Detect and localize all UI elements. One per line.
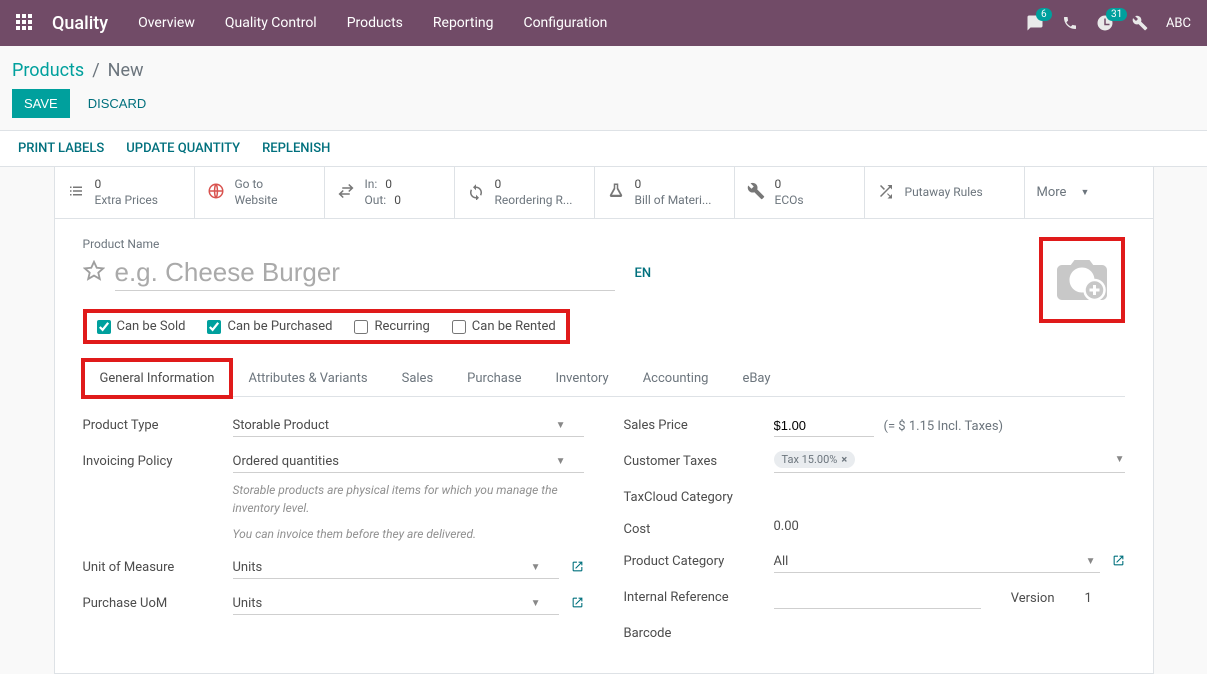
can-be-rented-checkbox[interactable]: Can be Rented <box>452 319 556 334</box>
stat-inout[interactable]: In:0 Out:0 <box>325 167 455 218</box>
tab-general-information[interactable]: General Information <box>83 360 232 397</box>
chevron-down-icon: ▼ <box>531 562 541 573</box>
external-link-icon[interactable] <box>571 596 584 613</box>
stat-reordering[interactable]: 0Reordering R... <box>455 167 595 218</box>
tabs: General Information Attributes & Variant… <box>83 360 1125 397</box>
print-labels-button[interactable]: PRINT LABELS <box>18 141 104 156</box>
chevron-down-icon: ▼ <box>531 598 541 609</box>
globe-icon <box>207 182 225 204</box>
can-be-purchased-checkbox[interactable]: Can be Purchased <box>207 319 332 334</box>
recurring-checkbox[interactable]: Recurring <box>354 319 429 334</box>
apps-icon[interactable] <box>16 14 34 32</box>
external-link-icon[interactable] <box>1112 554 1125 571</box>
chevron-down-icon[interactable]: ▼ <box>1115 454 1125 465</box>
close-icon[interactable]: × <box>841 453 847 466</box>
chevron-down-icon: ▼ <box>556 420 566 431</box>
tab-sales[interactable]: Sales <box>385 360 451 396</box>
tab-attributes-variants[interactable]: Attributes & Variants <box>231 360 384 396</box>
menu-products[interactable]: Products <box>347 15 403 31</box>
stat-putaway[interactable]: Putaway Rules <box>865 167 1025 218</box>
can-be-sold-checkbox[interactable]: Can be Sold <box>97 319 186 334</box>
purchase-uom-select[interactable]: Units▼ <box>233 593 559 615</box>
breadcrumb-current: New <box>108 60 144 81</box>
invoicing-policy-select[interactable]: Ordered quantities▼ <box>233 451 584 473</box>
save-button[interactable]: SAVE <box>12 89 70 118</box>
sales-price-input[interactable] <box>774 415 874 437</box>
menu-quality-control[interactable]: Quality Control <box>225 15 317 31</box>
incl-taxes-text: (= $ 1.15 Incl. Taxes) <box>884 419 1004 434</box>
breadcrumb: Products / New <box>0 46 1207 89</box>
chat-badge: 6 <box>1036 8 1052 21</box>
tab-inventory[interactable]: Inventory <box>538 360 625 396</box>
product-flags: Can be Sold Can be Purchased Recurring C… <box>83 309 570 344</box>
wrench-icon <box>747 182 765 204</box>
language-button[interactable]: EN <box>635 266 652 281</box>
product-type-label: Product Type <box>83 415 233 433</box>
chevron-down-icon[interactable]: ▼ <box>1082 556 1100 567</box>
cost-label: Cost <box>624 519 774 537</box>
uom-select[interactable]: Units▼ <box>233 557 559 579</box>
stat-bom[interactable]: 0Bill of Materi... <box>595 167 735 218</box>
tab-ebay[interactable]: eBay <box>725 360 787 396</box>
menu-overview[interactable]: Overview <box>138 15 195 31</box>
tax-tag[interactable]: Tax 15.00%× <box>774 451 856 468</box>
external-link-icon[interactable] <box>571 560 584 577</box>
phone-icon[interactable] <box>1062 15 1078 31</box>
helper-text: You can invoice them before they are del… <box>233 525 584 543</box>
stat-website[interactable]: Go toWebsite <box>195 167 325 218</box>
uom-label: Unit of Measure <box>83 557 233 575</box>
update-quantity-button[interactable]: UPDATE QUANTITY <box>126 141 240 156</box>
product-image-upload[interactable] <box>1039 237 1125 323</box>
internal-reference-input[interactable] <box>774 587 981 609</box>
sales-price-label: Sales Price <box>624 415 774 433</box>
cost-value: 0.00 <box>774 519 799 534</box>
discard-button[interactable]: DISCARD <box>88 96 147 111</box>
shuffle-icon <box>877 182 895 204</box>
top-nav: Quality Overview Quality Control Product… <box>0 0 1207 46</box>
camera-icon <box>1052 255 1112 305</box>
action-bar: SAVE DISCARD <box>0 89 1207 130</box>
tab-purchase[interactable]: Purchase <box>450 360 538 396</box>
list-icon <box>67 182 85 204</box>
refresh-icon <box>467 182 485 204</box>
internal-reference-label: Internal Reference <box>624 587 774 605</box>
debug-icon[interactable] <box>1132 15 1148 31</box>
stat-more[interactable]: More ▼ <box>1025 167 1102 218</box>
breadcrumb-parent[interactable]: Products <box>12 60 84 81</box>
purchase-uom-label: Purchase UoM <box>83 593 233 611</box>
swap-icon <box>337 182 355 204</box>
stat-ecos[interactable]: 0ECOs <box>735 167 865 218</box>
chevron-down-icon: ▼ <box>556 456 566 467</box>
favorite-star-icon[interactable] <box>83 260 105 286</box>
invoicing-policy-label: Invoicing Policy <box>83 451 233 469</box>
version-value: 1 <box>1085 591 1125 606</box>
customer-taxes-label: Customer Taxes <box>624 451 774 469</box>
main-menu: Overview Quality Control Products Report… <box>138 15 607 31</box>
product-category-select[interactable]: All <box>774 551 1082 572</box>
clock-badge: 31 <box>1106 8 1127 21</box>
barcode-label: Barcode <box>624 623 774 641</box>
product-name-label: Product Name <box>83 237 1125 251</box>
user-menu[interactable]: ABC <box>1166 16 1191 31</box>
replenish-button[interactable]: REPLENISH <box>262 141 330 156</box>
product-name-input[interactable] <box>115 255 615 291</box>
taxcloud-label: TaxCloud Category <box>624 487 774 505</box>
sub-action-bar: PRINT LABELS UPDATE QUANTITY REPLENISH <box>0 130 1207 167</box>
form-sheet: 0Extra Prices Go toWebsite In:0 Out:0 0R… <box>54 167 1154 674</box>
stat-extra-prices[interactable]: 0Extra Prices <box>55 167 195 218</box>
menu-configuration[interactable]: Configuration <box>523 15 607 31</box>
chat-icon[interactable]: 6 <box>1026 14 1044 32</box>
clock-icon[interactable]: 31 <box>1096 14 1114 32</box>
tab-accounting[interactable]: Accounting <box>626 360 726 396</box>
version-label: Version <box>1011 591 1055 606</box>
product-category-label: Product Category <box>624 551 774 569</box>
flask-icon <box>607 182 625 204</box>
stat-bar: 0Extra Prices Go toWebsite In:0 Out:0 0R… <box>55 167 1153 219</box>
menu-reporting[interactable]: Reporting <box>433 15 494 31</box>
chevron-down-icon: ▼ <box>1080 187 1089 198</box>
brand[interactable]: Quality <box>52 13 108 34</box>
helper-text: Storable products are physical items for… <box>233 481 584 517</box>
product-type-select[interactable]: Storable Product▼ <box>233 415 584 437</box>
